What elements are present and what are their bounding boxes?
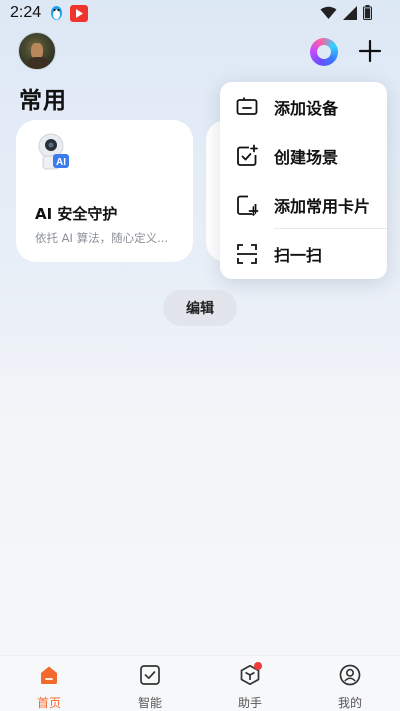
ai-badge-text: AI (56, 157, 66, 168)
nav-item-home[interactable]: 首页 (19, 662, 79, 710)
nav-label: 助手 (237, 696, 262, 710)
card-add-icon (237, 195, 259, 216)
status-time: 2:24 (10, 4, 42, 21)
status-bar: 2:24 (0, 0, 400, 28)
menu-item-add-device[interactable]: 添加设备 (220, 83, 387, 131)
notification-badge-dot (254, 662, 262, 670)
add-button[interactable] (356, 37, 384, 65)
scan-icon (237, 244, 257, 264)
scene-create-icon (237, 144, 258, 166)
ai-security-card[interactable]: AI AI 安全守护 依托 AI 算法，随心定义... (16, 120, 193, 262)
home-icon (41, 666, 57, 684)
avatar-body (27, 57, 49, 69)
menu-divider (274, 228, 387, 229)
nav-item-smart[interactable]: 智能 (120, 662, 180, 710)
ai-assistant-orb-icon[interactable] (310, 38, 338, 66)
bottom-nav: 首页 智能 助手 我的 (0, 655, 400, 711)
nav-label: 智能 (137, 696, 162, 710)
smart-check-icon (140, 665, 160, 685)
menu-item-label: 添加设备 (274, 99, 339, 118)
menu-item-label: 创建场景 (274, 148, 339, 167)
nav-item-profile[interactable]: 我的 (320, 662, 380, 710)
security-camera-icon: AI (36, 132, 74, 172)
card-description: 依托 AI 算法，随心定义... (35, 231, 169, 245)
wifi-icon (320, 5, 337, 24)
nav-item-assistant[interactable]: 助手 (220, 662, 280, 710)
menu-item-scan[interactable]: 扫一扫 (220, 230, 387, 278)
menu-item-label: 扫一扫 (274, 246, 323, 265)
battery-icon (363, 5, 372, 24)
device-add-icon (236, 97, 258, 115)
nav-label: 我的 (337, 696, 362, 710)
menu-item-label: 添加常用卡片 (274, 197, 371, 216)
edit-button[interactable]: 编辑 (163, 290, 237, 326)
nav-label: 首页 (36, 696, 61, 710)
avatar[interactable] (18, 32, 56, 70)
video-app-icon (70, 5, 88, 22)
page-title: 常用 (19, 88, 67, 114)
signal-icon (343, 5, 357, 24)
card-title: AI 安全守护 (35, 205, 118, 223)
qq-penguin-icon (48, 5, 65, 22)
profile-icon (339, 664, 361, 686)
menu-item-create-scene[interactable]: 创建场景 (220, 132, 387, 180)
plus-icon (358, 39, 382, 63)
add-popup-menu: 添加设备 创建场景 添加常用卡片 扫一扫 (220, 82, 387, 279)
menu-item-add-card[interactable]: 添加常用卡片 (220, 181, 387, 229)
